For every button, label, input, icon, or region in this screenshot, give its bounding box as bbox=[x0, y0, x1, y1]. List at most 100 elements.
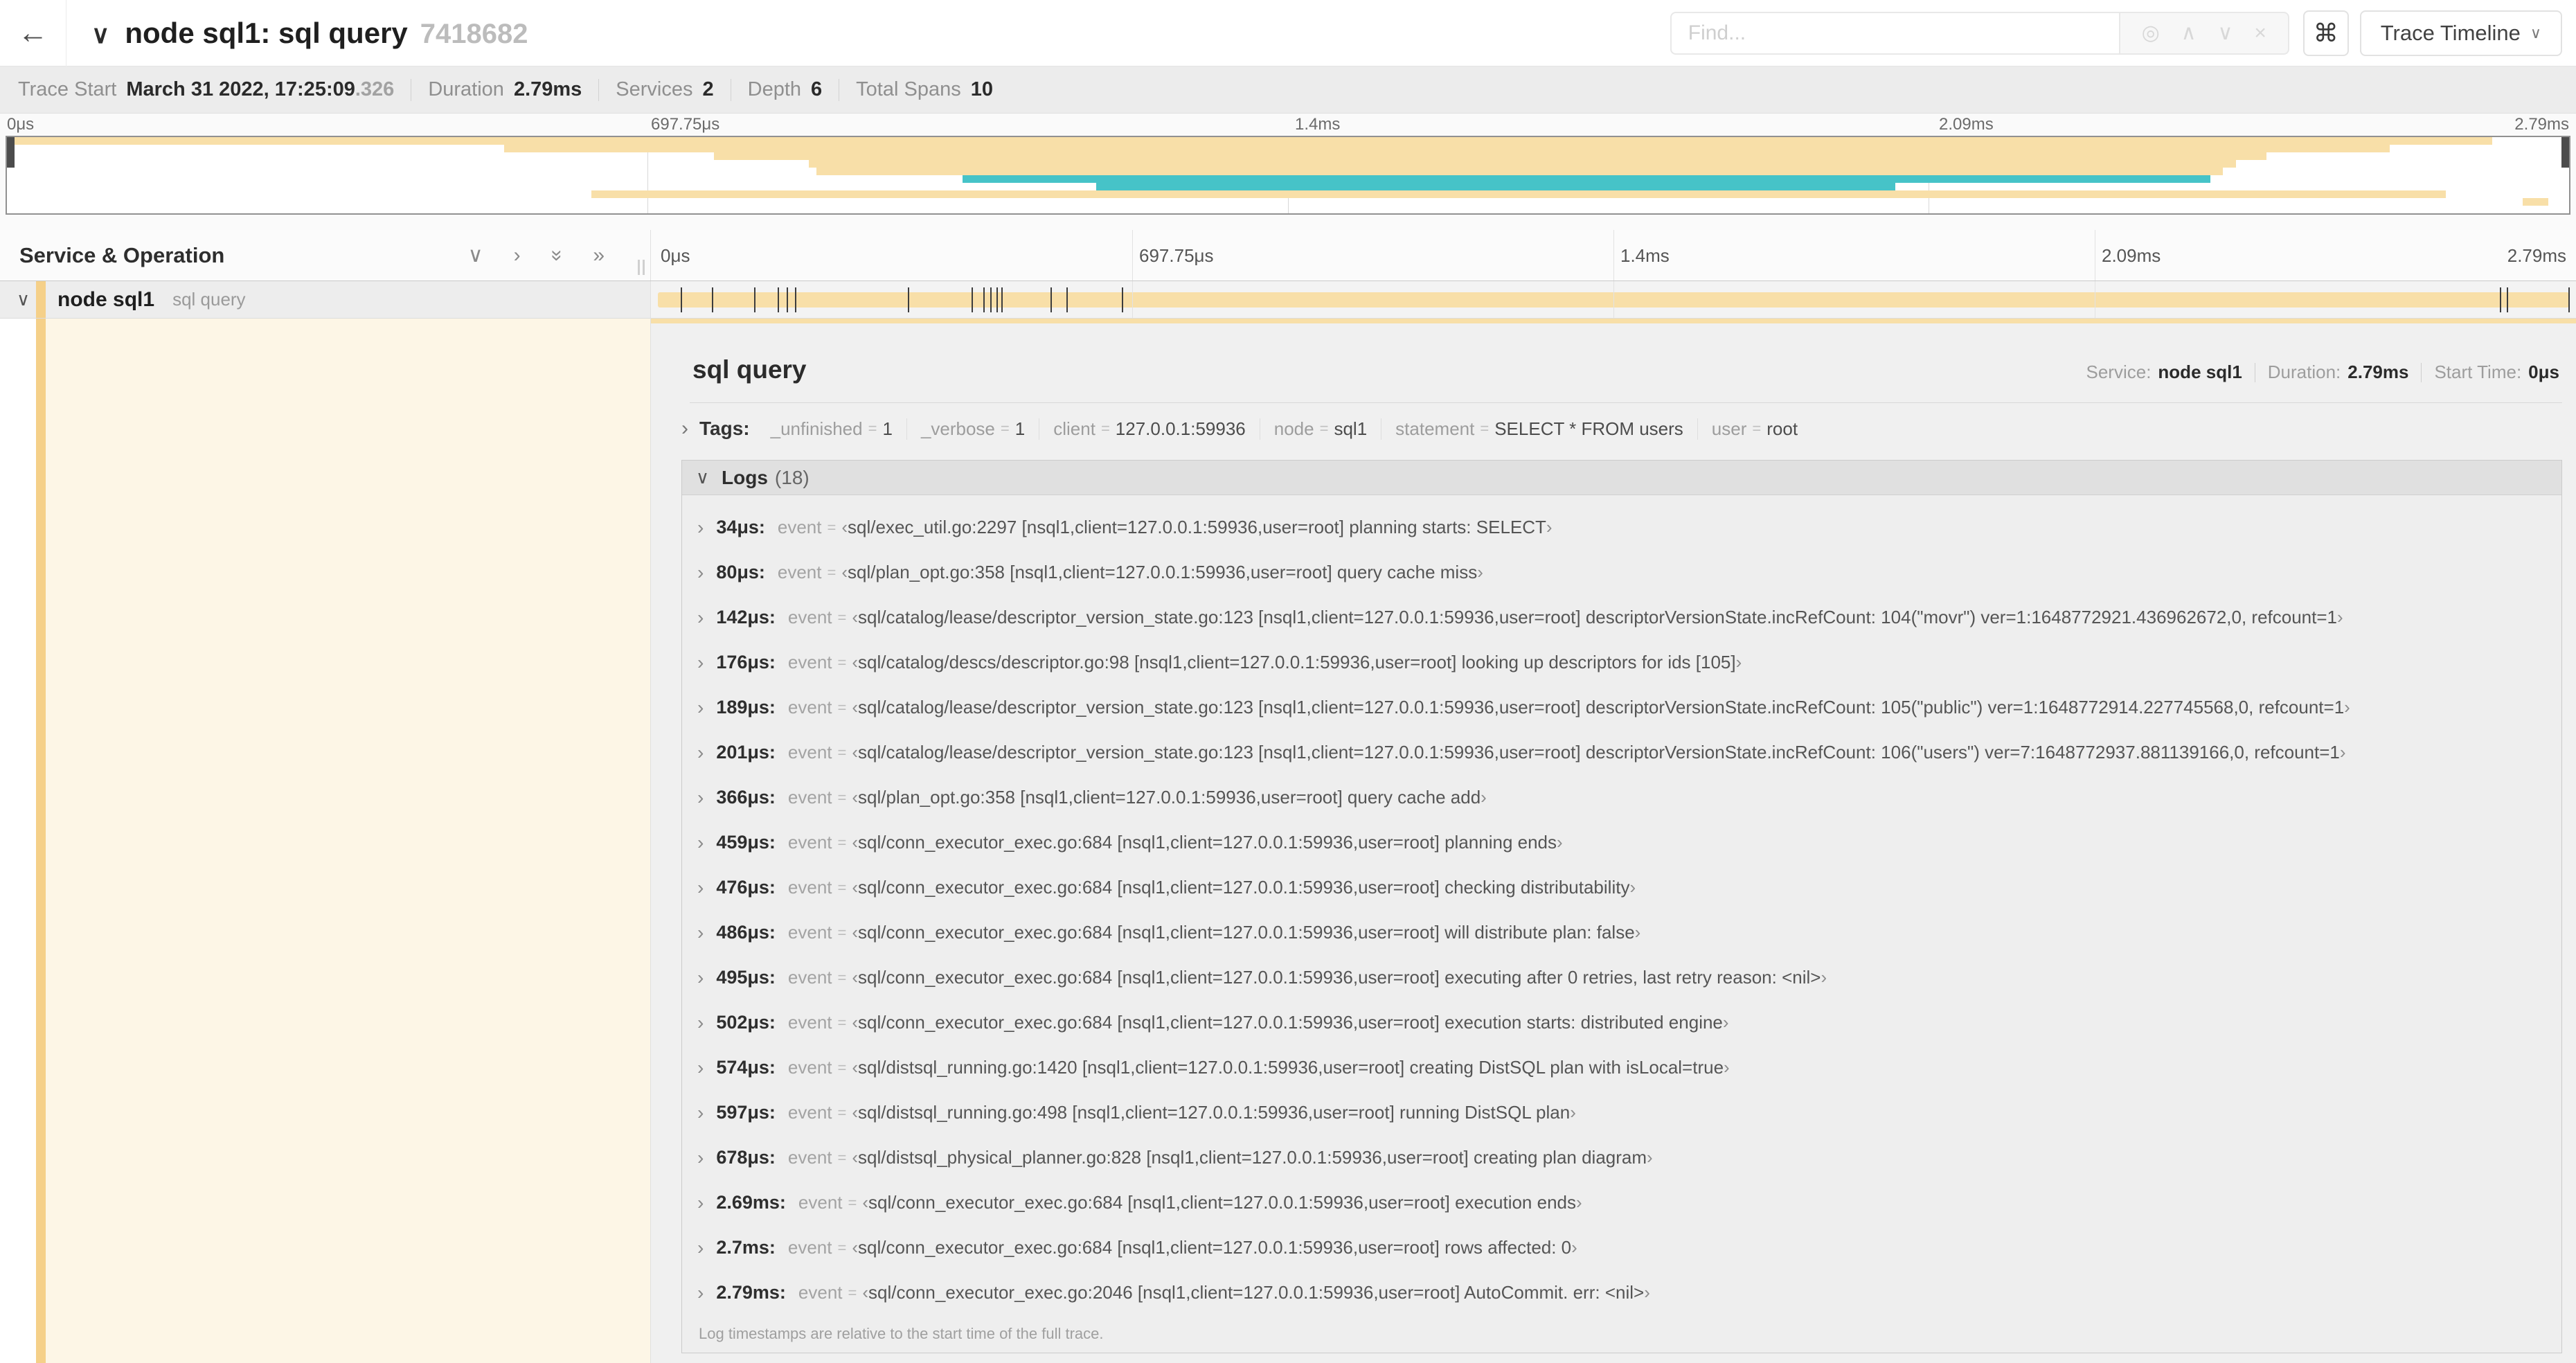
log-row[interactable]: › 176μs: event = ‹ sql/catalog/descs/descript… bbox=[682, 640, 2561, 685]
tags-row[interactable]: › Tags: _unfinished = 1 _verbose = 1 client = 12… bbox=[651, 403, 2576, 445]
selected-row-left-panel bbox=[0, 319, 651, 1363]
log-row[interactable]: › 80μs: event = ‹ sql/plan_opt.go:358 [nsql1,… bbox=[682, 550, 2561, 595]
log-row[interactable]: › 476μs: event = ‹ sql/conn_executor_exec.go:… bbox=[682, 865, 2561, 910]
equals-sign: = bbox=[868, 420, 877, 437]
tag-item[interactable]: statement = SELECT * FROM users bbox=[1381, 418, 1697, 440]
log-row[interactable]: › 678μs: event = ‹ sql/distsql_physical_plann… bbox=[682, 1135, 2561, 1180]
log-row[interactable]: › 2.69ms: event = ‹ sql/conn_executor_exec.go… bbox=[682, 1180, 2561, 1225]
minimap-span-row bbox=[7, 190, 2569, 198]
log-marker-tick bbox=[908, 287, 910, 312]
equals-sign: = bbox=[848, 1283, 857, 1301]
tag-value: 127.0.0.1:59936 bbox=[1115, 418, 1246, 439]
span-color-stripe bbox=[36, 281, 46, 318]
log-field-name: event bbox=[787, 1147, 832, 1168]
log-timestamp: 678μs: bbox=[716, 1147, 776, 1168]
locate-icon[interactable]: ◎ bbox=[2142, 22, 2160, 44]
chevron-right-icon: › bbox=[697, 1191, 704, 1213]
log-row[interactable]: › 2.7ms: event = ‹ sql/conn_executor_exec.go:… bbox=[682, 1225, 2561, 1270]
trace-title: node sql1: sql query bbox=[125, 16, 408, 49]
logs-header[interactable]: ∨ Logs (18) bbox=[682, 461, 2561, 495]
span-meta-item: Service: node sql1 bbox=[2086, 362, 2242, 383]
log-row[interactable]: › 495μs: event = ‹ sql/conn_executor_exec.go:… bbox=[682, 955, 2561, 1000]
close-quote: › bbox=[1481, 787, 1487, 808]
close-quote: › bbox=[1644, 1282, 1650, 1303]
back-button[interactable]: ← bbox=[0, 0, 66, 66]
chevron-right-icon: › bbox=[697, 1146, 704, 1168]
tag-item[interactable]: client = 127.0.0.1:59936 bbox=[1039, 418, 1260, 440]
minimap-span-row bbox=[7, 145, 2569, 152]
tag-item[interactable]: node = sql1 bbox=[1259, 418, 1381, 440]
open-quote: ‹ bbox=[852, 1237, 859, 1258]
span-meta-label: Duration: bbox=[2267, 362, 2341, 382]
span-meta-item: Duration: 2.79ms bbox=[2242, 362, 2409, 383]
next-result-icon[interactable]: ∨ bbox=[2217, 22, 2233, 44]
keyboard-shortcuts-button[interactable]: ⌘ bbox=[2302, 10, 2349, 56]
chevron-right-icon: › bbox=[697, 1281, 704, 1303]
chevron-right-icon: › bbox=[697, 921, 704, 943]
log-row[interactable]: › 189μs: event = ‹ sql/catalog/lease/descript… bbox=[682, 685, 2561, 730]
tag-item[interactable]: _unfinished = 1 bbox=[757, 418, 906, 440]
span-meta-label: Service: bbox=[2086, 362, 2152, 382]
collapse-all-icon[interactable]: ∨ bbox=[468, 244, 483, 266]
minimap-tick-label: 0μs bbox=[7, 115, 35, 134]
log-row[interactable]: › 502μs: event = ‹ sql/conn_executor_exec.go:… bbox=[682, 1000, 2561, 1045]
close-quote: › bbox=[1570, 1102, 1576, 1123]
log-field-name: event bbox=[787, 832, 832, 853]
equals-sign: = bbox=[1319, 420, 1329, 437]
log-row[interactable]: › 34μs: event = ‹ sql/exec_util.go:2297 [nsql… bbox=[682, 505, 2561, 550]
prev-result-icon[interactable]: ∧ bbox=[2181, 22, 2197, 44]
clear-find-icon[interactable]: × bbox=[2254, 22, 2266, 44]
log-marker-tick bbox=[996, 287, 998, 312]
span-collapse-icon[interactable]: ∨ bbox=[17, 289, 30, 310]
log-timestamp: 574μs: bbox=[716, 1057, 776, 1078]
minimap-right-scrubber[interactable] bbox=[2561, 137, 2569, 168]
chevron-right-icon: › bbox=[697, 966, 704, 988]
view-selector-button[interactable]: Trace Timeline ∨ bbox=[2359, 10, 2562, 56]
tag-item[interactable]: user = root bbox=[1697, 418, 1812, 440]
tag-key: user bbox=[1711, 418, 1747, 439]
log-marker-tick bbox=[972, 287, 974, 312]
log-row[interactable]: › 597μs: event = ‹ sql/distsql_running.go:498… bbox=[682, 1090, 2561, 1135]
log-value: sql/plan_opt.go:358 [nsql1,client=127.0.… bbox=[848, 562, 1478, 582]
log-marker-tick bbox=[2568, 287, 2570, 312]
summary-item-value: 2 bbox=[702, 78, 714, 100]
summary-item-label: Trace Start bbox=[18, 78, 117, 100]
log-row[interactable]: › 459μs: event = ‹ sql/conn_executor_exec.go:… bbox=[682, 820, 2561, 865]
log-row[interactable]: › 142μs: event = ‹ sql/catalog/lease/descript… bbox=[682, 595, 2561, 640]
log-marker-tick bbox=[754, 287, 756, 312]
equals-sign: = bbox=[837, 608, 847, 626]
log-row[interactable]: › 574μs: event = ‹ sql/distsql_running.go:142… bbox=[682, 1045, 2561, 1090]
trace-collapse-icon[interactable]: ∨ bbox=[91, 20, 109, 49]
log-row[interactable]: › 201μs: event = ‹ sql/catalog/lease/descript… bbox=[682, 730, 2561, 775]
find-input[interactable] bbox=[1670, 11, 2119, 55]
log-row[interactable]: › 366μs: event = ‹ sql/plan_opt.go:358 [nsql1… bbox=[682, 775, 2561, 820]
log-row[interactable]: › 2.79ms: event = ‹ sql/conn_executor_exec.go… bbox=[682, 1270, 2561, 1315]
tag-item[interactable]: _verbose = 1 bbox=[906, 418, 1039, 440]
close-quote: › bbox=[2339, 742, 2346, 763]
expand-all-icon[interactable]: » bbox=[593, 244, 605, 266]
minimap-span-row bbox=[7, 160, 2569, 168]
log-marker-tick bbox=[1121, 287, 1123, 312]
collapse-deep-icon[interactable]: » bbox=[546, 249, 569, 261]
chevron-right-icon: › bbox=[697, 831, 704, 853]
equals-sign: = bbox=[837, 743, 847, 761]
expand-one-icon[interactable]: › bbox=[514, 244, 521, 266]
find-controls: ◎ ∧ ∨ × bbox=[2118, 11, 2289, 55]
open-quote: ‹ bbox=[852, 742, 859, 763]
span-row[interactable]: ∨ node sql1 sql query bbox=[0, 281, 2576, 319]
open-quote: ‹ bbox=[862, 1282, 869, 1303]
timeline-minimap[interactable] bbox=[6, 136, 2570, 215]
log-marker-tick bbox=[786, 287, 788, 312]
span-detail-header[interactable]: sql query Service: node sql1 Duration: 2.79… bbox=[651, 323, 2576, 384]
log-row[interactable]: › 486μs: event = ‹ sql/conn_executor_exec.go:… bbox=[682, 910, 2561, 955]
chevron-right-icon: › bbox=[697, 1101, 704, 1123]
log-timestamp: 476μs: bbox=[716, 877, 776, 898]
minimap-left-scrubber[interactable] bbox=[7, 137, 15, 168]
span-row-track[interactable] bbox=[651, 281, 2576, 319]
span-row-label[interactable]: ∨ node sql1 sql query bbox=[0, 281, 651, 319]
log-value: sql/distsql_running.go:498 [nsql1,client… bbox=[858, 1102, 1571, 1123]
summary-item-label: Depth bbox=[747, 78, 802, 100]
close-quote: › bbox=[1724, 1057, 1730, 1078]
column-resize-grip[interactable] bbox=[638, 260, 645, 275]
summary-item-label: Total Spans bbox=[856, 78, 961, 100]
